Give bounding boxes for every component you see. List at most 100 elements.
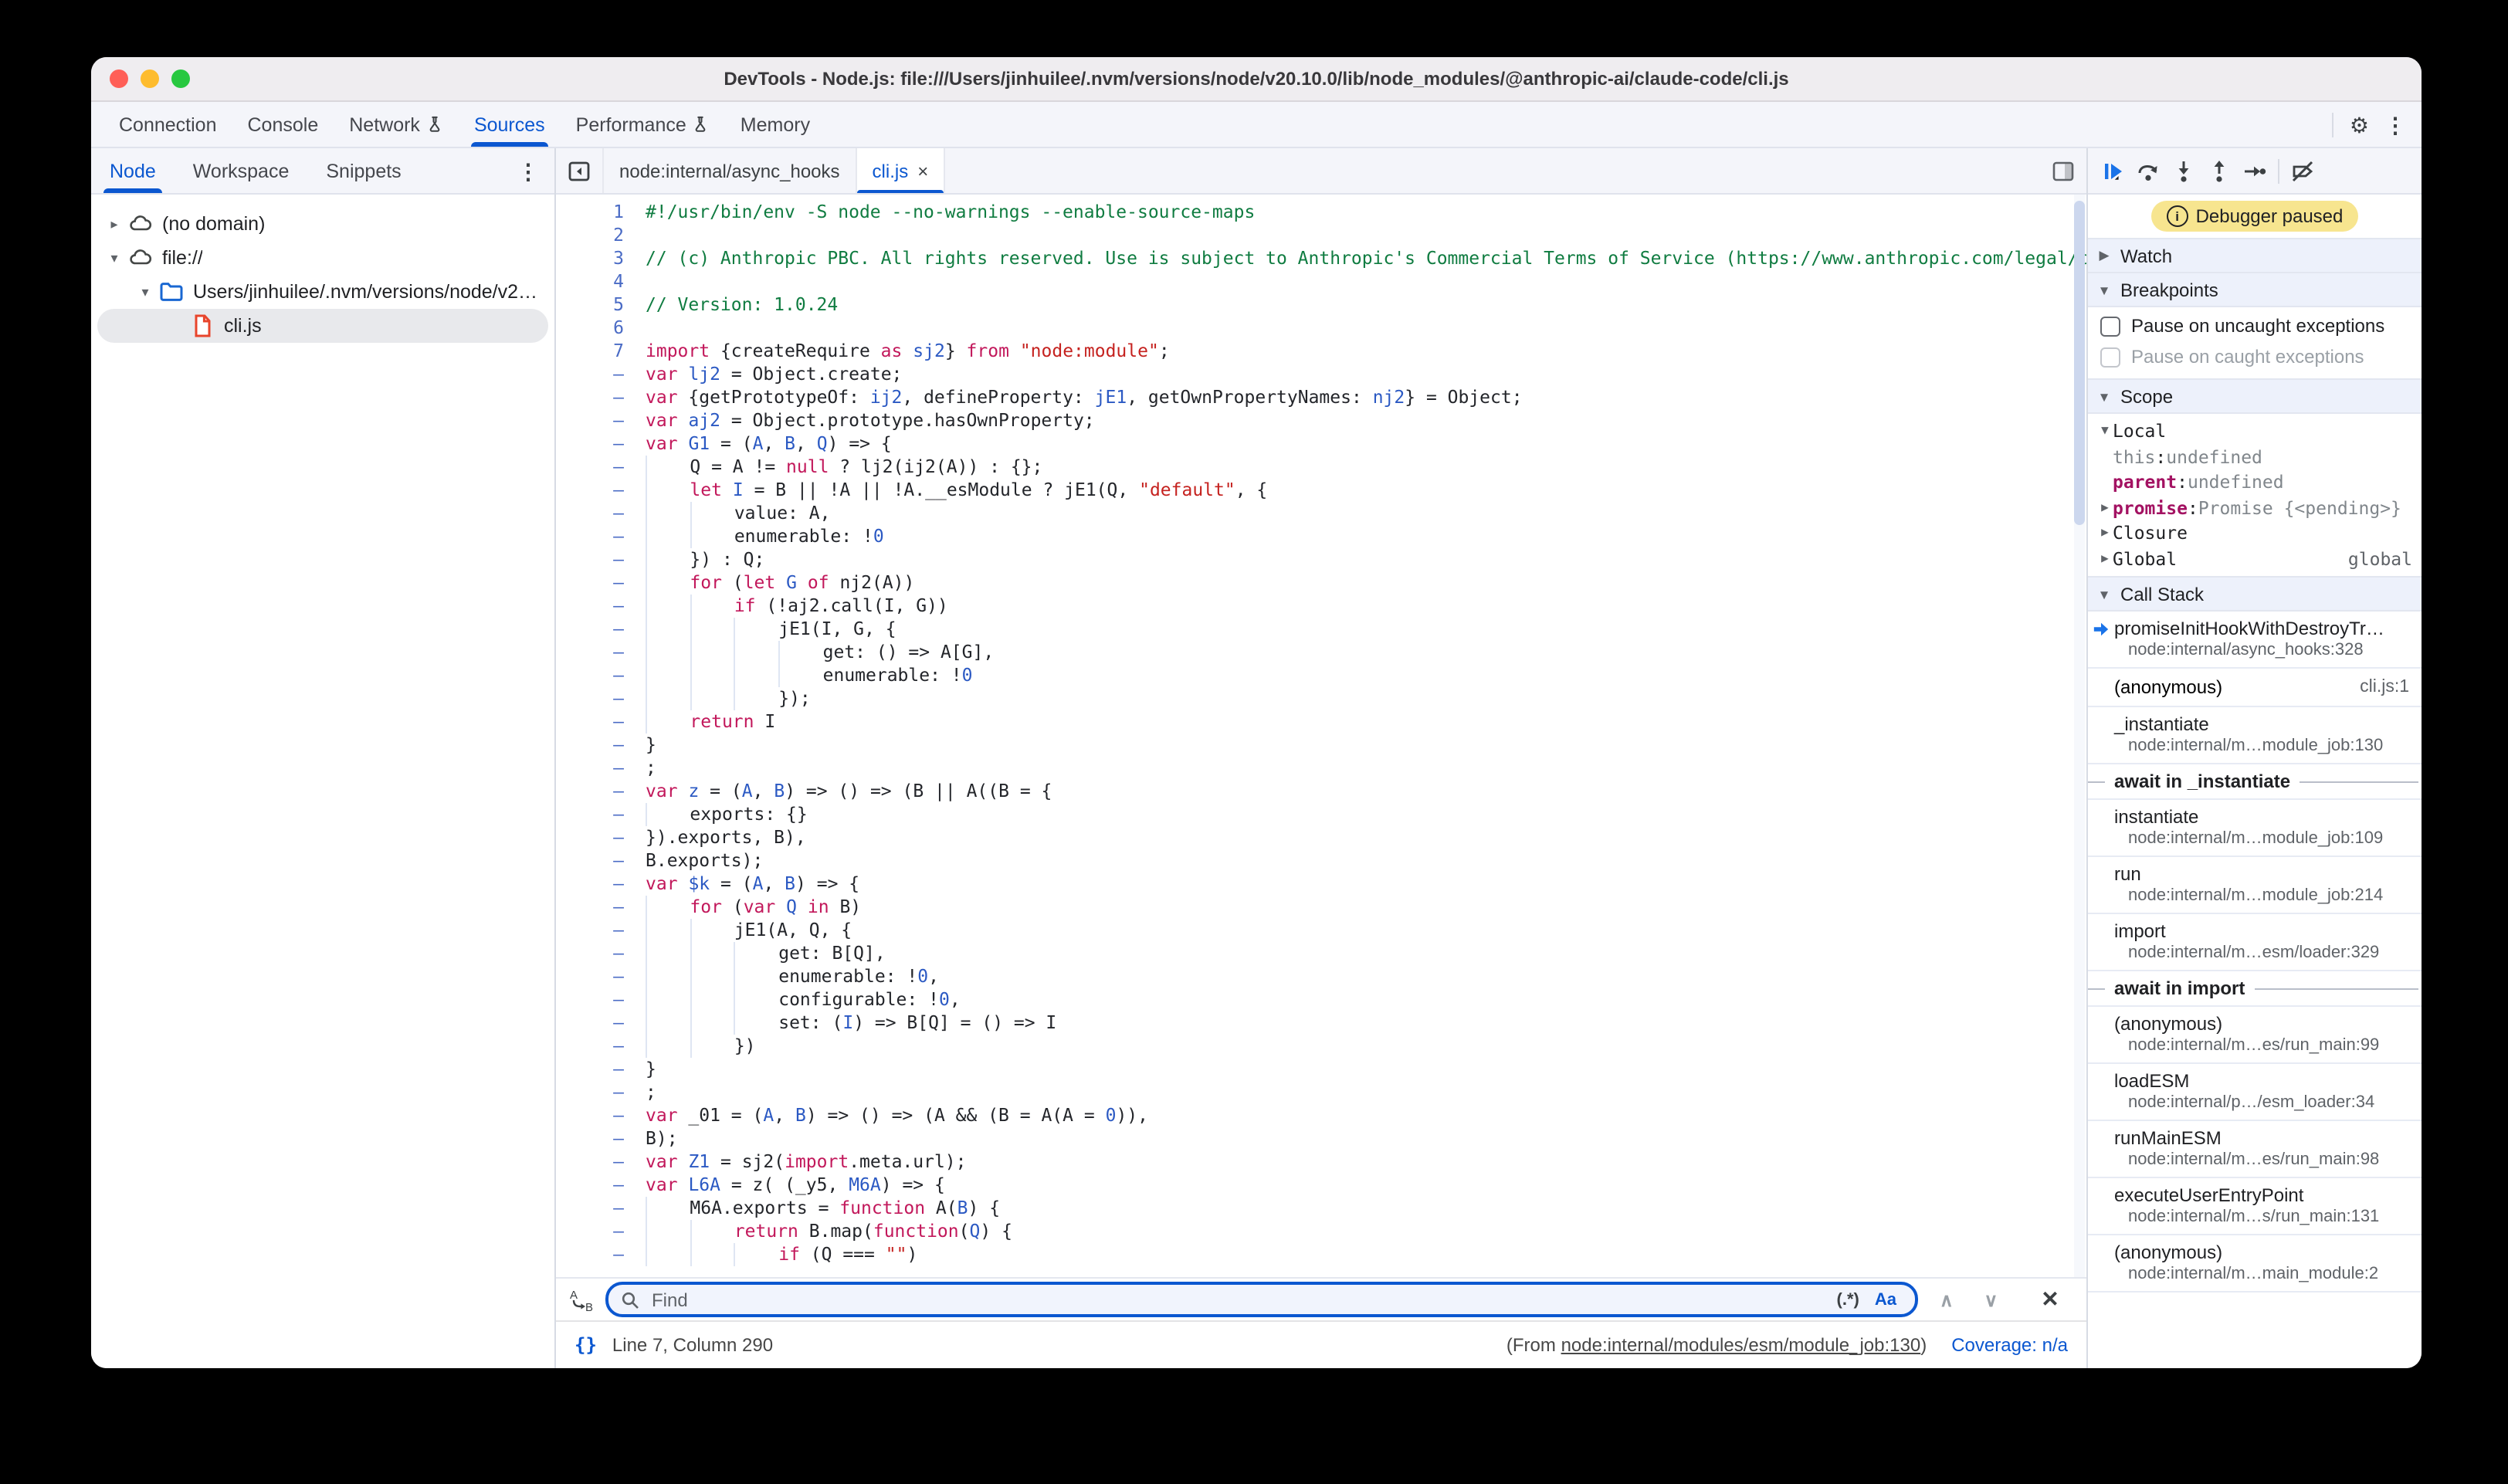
checkbox[interactable]	[2100, 316, 2120, 336]
line-number[interactable]: 7	[556, 340, 646, 363]
line-number[interactable]: –	[556, 965, 646, 988]
line-number[interactable]: –	[556, 757, 646, 780]
line-number[interactable]: –	[556, 548, 646, 571]
line-number[interactable]: –	[556, 896, 646, 919]
line-number[interactable]: –	[556, 919, 646, 942]
callstack-frame[interactable]: importnode:internal/m…esm/loader:329	[2088, 914, 2422, 971]
line-number[interactable]: –	[556, 849, 646, 872]
line-number-gutter[interactable]: 1234567–––––––––––––––––––––––––––––––––…	[556, 195, 646, 1277]
line-number[interactable]: –	[556, 525, 646, 548]
line-number[interactable]: –	[556, 432, 646, 456]
editor-tab-node-internal-async-hooks[interactable]: node:internal/async_hooks	[604, 148, 857, 193]
source-code[interactable]: #!/usr/bin/env -S node --no-warnings --e…	[646, 195, 2086, 1277]
breakpoint-option[interactable]: Pause on caught exceptions	[2088, 341, 2422, 372]
callstack-frame[interactable]: (anonymous)cli.js:1	[2088, 669, 2422, 707]
collapse-navigator-icon[interactable]	[556, 148, 604, 193]
scope-row[interactable]: parent: undefined	[2088, 469, 2422, 495]
callstack-frame[interactable]: loadESMnode:internal/p…/esm_loader:34	[2088, 1064, 2422, 1121]
line-number[interactable]: –	[556, 1127, 646, 1150]
line-number[interactable]: –	[556, 618, 646, 641]
line-number[interactable]: –	[556, 1081, 646, 1104]
scope-row[interactable]: ▶promise: Promise {<pending>}	[2088, 495, 2422, 520]
scope-row[interactable]: ▶Closure	[2088, 520, 2422, 546]
find-close-button[interactable]: ✕	[2032, 1286, 2068, 1313]
tree-item-cli-js[interactable]: cli.js	[97, 309, 548, 343]
editor-tab-cli-js[interactable]: cli.js×	[857, 148, 946, 193]
find-input[interactable]	[649, 1287, 1828, 1312]
line-number[interactable]: 2	[556, 224, 646, 247]
callstack-frame[interactable]: (anonymous)node:internal/m…main_module:2	[2088, 1235, 2422, 1293]
tab-sources[interactable]: Sources	[459, 102, 561, 147]
line-number[interactable]: –	[556, 664, 646, 687]
line-number[interactable]: –	[556, 456, 646, 479]
resume-script-button[interactable]	[2100, 158, 2125, 183]
step-button[interactable]	[2242, 158, 2267, 183]
sidebar-tab-node[interactable]: Node	[91, 148, 175, 193]
callstack-frame[interactable]: promiseInitHookWithDestroyTr…node:intern…	[2088, 612, 2422, 669]
tab-connection[interactable]: Connection	[103, 102, 232, 147]
line-number[interactable]: –	[556, 988, 646, 1011]
line-number[interactable]: 3	[556, 247, 646, 270]
line-number[interactable]: –	[556, 803, 646, 826]
line-number[interactable]: –	[556, 386, 646, 409]
code-viewport[interactable]: 1234567–––––––––––––––––––––––––––––––––…	[556, 195, 2086, 1277]
line-number[interactable]: 6	[556, 317, 646, 340]
scrollbar-thumb[interactable]	[2074, 201, 2085, 525]
tree-item-users-jinhuilee-nvm-versions-node-v2-[interactable]: ▾Users/jinhuilee/.nvm/versions/node/v2…	[97, 275, 548, 309]
close-window-button[interactable]	[110, 69, 128, 88]
minimize-window-button[interactable]	[141, 69, 159, 88]
line-number[interactable]: –	[556, 571, 646, 595]
line-number[interactable]: 5	[556, 293, 646, 317]
breakpoint-option[interactable]: Pause on uncaught exceptions	[2088, 310, 2422, 341]
sidebar-tab-snippets[interactable]: Snippets	[307, 148, 419, 193]
tree-chevron-right-icon[interactable]: ▸	[107, 215, 122, 232]
tree-chevron-down-icon[interactable]: ▾	[137, 283, 153, 300]
line-number[interactable]: –	[556, 641, 646, 664]
callstack-frame[interactable]: runMainESMnode:internal/m…es/run_main:98	[2088, 1121, 2422, 1178]
tab-network[interactable]: Network	[334, 102, 459, 147]
line-number[interactable]: –	[556, 734, 646, 757]
line-number[interactable]: –	[556, 595, 646, 618]
callstack-frame[interactable]: runnode:internal/m…module_job:214	[2088, 857, 2422, 914]
callstack-frame[interactable]: (anonymous)node:internal/m…es/run_main:9…	[2088, 1007, 2422, 1064]
breakpoints-section-header[interactable]: ▼ Breakpoints	[2088, 273, 2422, 307]
find-previous-button[interactable]: ∧	[1930, 1289, 1963, 1310]
line-number[interactable]: –	[556, 1174, 646, 1197]
close-tab-icon[interactable]: ×	[917, 160, 928, 181]
line-number[interactable]: –	[556, 409, 646, 432]
line-number[interactable]: –	[556, 1104, 646, 1127]
scope-row[interactable]: this: undefined	[2088, 444, 2422, 469]
chevron-down-icon[interactable]: ▼	[2097, 418, 2113, 444]
callstack-frame[interactable]: _instantiatenode:internal/m…module_job:1…	[2088, 707, 2422, 764]
chevron-right-icon[interactable]: ▶	[2097, 495, 2113, 520]
line-number[interactable]: 1	[556, 201, 646, 224]
scope-row[interactable]: ▶Globalglobal	[2088, 546, 2422, 571]
line-number[interactable]: –	[556, 479, 646, 502]
line-number[interactable]: –	[556, 1150, 646, 1174]
line-number[interactable]: –	[556, 872, 646, 896]
sidebar-tab-workspace[interactable]: Workspace	[175, 148, 308, 193]
match-case-toggle[interactable]: Aa	[1869, 1289, 1903, 1310]
step-out-button[interactable]	[2207, 158, 2232, 183]
pretty-print-icon[interactable]: {}	[574, 1334, 597, 1356]
tree-item--no-domain-[interactable]: ▸(no domain)	[97, 207, 548, 241]
step-into-button[interactable]	[2171, 158, 2196, 183]
editor-scrollbar[interactable]	[2074, 195, 2085, 1277]
more-options-icon[interactable]: ⋮	[2384, 114, 2406, 135]
tree-item-file-[interactable]: ▾file://	[97, 241, 548, 275]
tab-console[interactable]: Console	[232, 102, 334, 147]
tree-chevron-down-icon[interactable]: ▾	[107, 249, 122, 266]
find-next-button[interactable]: ∨	[1975, 1289, 2008, 1310]
line-number[interactable]: –	[556, 1243, 646, 1266]
regex-toggle[interactable]: (.*)	[1837, 1290, 1859, 1309]
zoom-window-button[interactable]	[171, 69, 190, 88]
watch-section-header[interactable]: ▶ Watch	[2088, 238, 2422, 273]
line-number[interactable]: –	[556, 942, 646, 965]
step-over-button[interactable]	[2136, 158, 2161, 183]
tab-performance[interactable]: Performance	[561, 102, 725, 147]
deactivate-breakpoints-button[interactable]	[2290, 158, 2315, 183]
replace-toggle-icon[interactable]: AB	[568, 1287, 593, 1312]
line-number[interactable]: –	[556, 687, 646, 710]
callstack-section-header[interactable]: ▼ Call Stack	[2088, 576, 2422, 612]
line-number[interactable]: 4	[556, 270, 646, 293]
